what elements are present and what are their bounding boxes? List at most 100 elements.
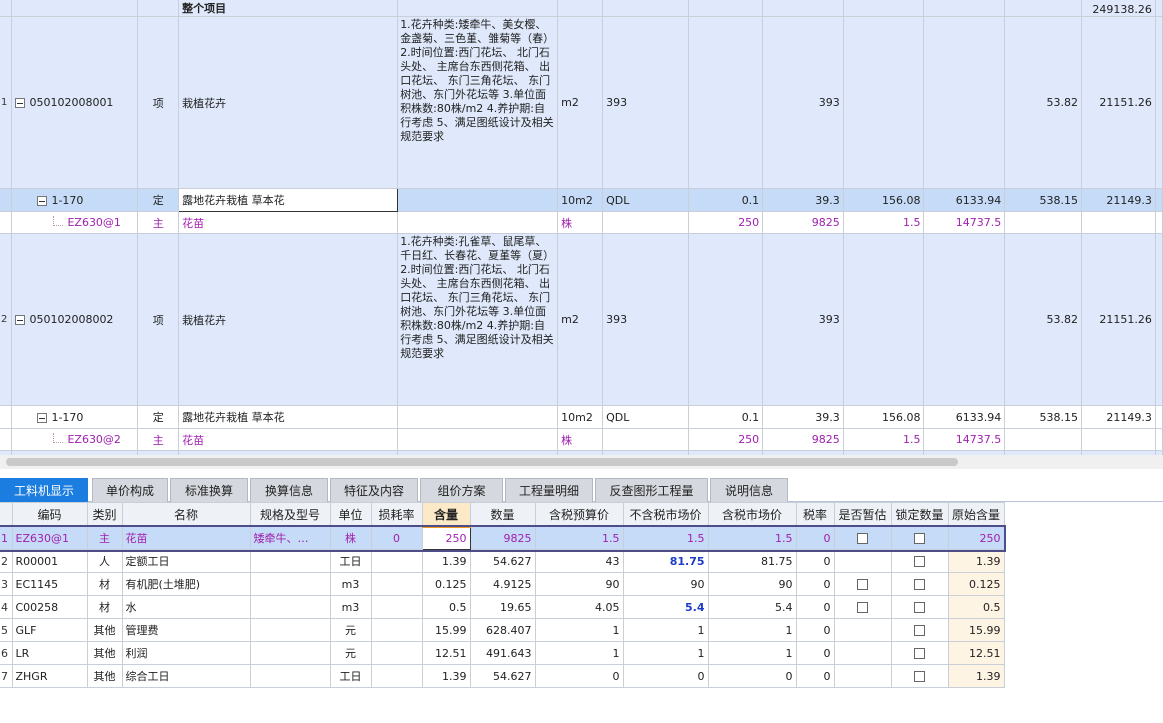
resource-row[interactable]: 7 ZHGR 其他 综合工日 工日 1.39 54.627 0 0 0 0 1.39 bbox=[0, 664, 1005, 688]
name-cell[interactable]: 利润 bbox=[122, 641, 251, 665]
amount-cell[interactable]: 6133.94 bbox=[923, 405, 1006, 429]
type-cell[interactable]: 主 bbox=[137, 211, 180, 234]
expression-cell[interactable] bbox=[602, 211, 689, 234]
code-cell[interactable]: EC1145 bbox=[12, 572, 88, 596]
name-cell[interactable]: 栽植花卉 bbox=[178, 16, 399, 189]
price-cell[interactable]: 1.5 bbox=[843, 428, 925, 451]
type-cell[interactable]: 项 bbox=[137, 233, 180, 406]
resource-row[interactable]: 4 C00258 材水 m3 0.5 19.65 4.05 5.4 5.4 0 0.5 bbox=[0, 595, 1005, 619]
content-cell[interactable]: 1.39 bbox=[422, 664, 471, 688]
horizontal-scrollbar[interactable] bbox=[0, 455, 1163, 469]
spec-cell[interactable] bbox=[250, 572, 331, 596]
name-cell[interactable]: 花苗 bbox=[122, 526, 251, 550]
code-cell[interactable]: 050102008001 bbox=[11, 16, 139, 189]
market-price-ex-tax-cell[interactable]: 90 bbox=[623, 572, 709, 596]
content-cell[interactable]: 15.99 bbox=[422, 618, 471, 642]
unit-cell[interactable]: 工日 bbox=[330, 664, 372, 688]
unit-cell[interactable]: m3 bbox=[330, 595, 372, 619]
budget-price-cell[interactable]: 0 bbox=[535, 664, 624, 688]
code-cell[interactable]: R00001 bbox=[12, 549, 88, 573]
unit-cell[interactable]: 10m2 bbox=[557, 188, 604, 212]
quantity-cell[interactable]: 393 bbox=[762, 233, 844, 406]
amount-cell[interactable] bbox=[923, 233, 1006, 406]
price-cell[interactable]: 1.5 bbox=[843, 211, 925, 234]
material-row[interactable]: EZ630@2 主花苗 株 250 9825 1.5 14737.5 bbox=[0, 428, 1163, 451]
collapse-icon[interactable] bbox=[15, 98, 26, 108]
name-cell[interactable]: 花苗 bbox=[178, 428, 399, 451]
content-cell[interactable]: 0.1 bbox=[688, 405, 764, 429]
content-cell[interactable]: 0.1 bbox=[688, 188, 764, 212]
unit-cell[interactable]: 10m2 bbox=[557, 405, 604, 429]
lock-quantity-checkbox[interactable] bbox=[914, 533, 925, 544]
expression-cell[interactable]: 393 bbox=[602, 16, 689, 189]
tax-rate-cell[interactable]: 0 bbox=[796, 549, 835, 573]
name-cell[interactable]: 定额工日 bbox=[122, 549, 251, 573]
content-cell[interactable]: 250 bbox=[688, 428, 764, 451]
sum-cell[interactable]: 21151.26 bbox=[1081, 233, 1156, 406]
column-header[interactable]: 规格及型号 bbox=[250, 502, 331, 527]
quantity-cell[interactable]: 54.627 bbox=[470, 664, 536, 688]
name-cell[interactable]: 综合工日 bbox=[122, 664, 251, 688]
unit-cell[interactable]: 元 bbox=[330, 641, 372, 665]
estimate-cell[interactable] bbox=[834, 549, 892, 573]
column-header[interactable]: 不含税市场价 bbox=[623, 502, 709, 527]
resource-row[interactable]: 2 R00001 人定额工日 工日 1.39 54.627 43 81.75 81.75 0 1.3… bbox=[0, 549, 1005, 573]
name-cell[interactable]: 水 bbox=[122, 595, 251, 619]
column-header[interactable]: 含税市场价 bbox=[708, 502, 797, 527]
quantity-cell[interactable]: 491.643 bbox=[470, 641, 536, 665]
original-content-cell[interactable]: 15.99 bbox=[948, 618, 1005, 642]
column-header[interactable]: 含量 bbox=[422, 502, 471, 528]
type-cell[interactable]: 主 bbox=[137, 428, 180, 451]
lock-cell[interactable] bbox=[891, 526, 949, 550]
description-cell[interactable] bbox=[397, 211, 559, 234]
estimate-cell[interactable] bbox=[834, 572, 892, 596]
tab-8[interactable]: 说明信息 bbox=[710, 478, 788, 502]
type-cell[interactable]: 项 bbox=[137, 16, 180, 189]
content-cell[interactable]: 1.39 bbox=[422, 549, 471, 573]
budget-price-cell[interactable]: 1.5 bbox=[535, 526, 624, 550]
tax-rate-cell[interactable]: 0 bbox=[796, 664, 835, 688]
estimate-cell[interactable] bbox=[834, 526, 892, 550]
type-cell[interactable]: 人 bbox=[87, 549, 123, 573]
quantity-cell[interactable]: 628.407 bbox=[470, 618, 536, 642]
market-price-in-tax-cell[interactable]: 1.5 bbox=[708, 526, 797, 550]
code-cell[interactable]: C00258 bbox=[12, 595, 88, 619]
tab-7[interactable]: 反查图形工程量 bbox=[595, 478, 708, 502]
budget-price-cell[interactable]: 43 bbox=[535, 549, 624, 573]
budget-price-cell[interactable]: 90 bbox=[535, 572, 624, 596]
original-content-cell[interactable]: 1.39 bbox=[948, 664, 1005, 688]
spec-cell[interactable] bbox=[250, 664, 331, 688]
unit-cell[interactable]: 株 bbox=[330, 526, 372, 550]
table-row[interactable]: 整个项目 249138.26 bbox=[0, 0, 1163, 17]
code-cell[interactable]: EZ630@1 bbox=[11, 211, 139, 234]
type-cell[interactable]: 主 bbox=[87, 526, 123, 550]
code-cell[interactable]: 1-170 bbox=[11, 405, 139, 429]
lock-cell[interactable] bbox=[891, 572, 949, 596]
market-price-ex-tax-cell[interactable]: 1 bbox=[623, 641, 709, 665]
code-cell[interactable]: LR bbox=[12, 641, 88, 665]
loss-rate-cell[interactable] bbox=[371, 664, 423, 688]
description-cell[interactable] bbox=[397, 188, 559, 212]
type-cell[interactable]: 定 bbox=[137, 405, 180, 429]
sum-cell[interactable] bbox=[1081, 428, 1156, 451]
unit-price-cell[interactable]: 538.15 bbox=[1004, 188, 1082, 212]
market-price-in-tax-cell[interactable]: 0 bbox=[708, 664, 797, 688]
column-header[interactable]: 编码 bbox=[12, 502, 88, 527]
original-content-cell[interactable]: 1.39 bbox=[948, 549, 1005, 573]
type-cell[interactable]: 其他 bbox=[87, 664, 123, 688]
code-cell[interactable]: 1-170 bbox=[11, 188, 139, 212]
collapse-icon[interactable] bbox=[37, 195, 48, 206]
tab-2[interactable]: 标准换算 bbox=[170, 478, 248, 502]
market-price-in-tax-cell[interactable]: 81.75 bbox=[708, 549, 797, 573]
column-header[interactable]: 单位 bbox=[330, 502, 372, 527]
content-cell[interactable] bbox=[688, 233, 764, 406]
unit-price-cell[interactable]: 53.82 bbox=[1004, 16, 1082, 189]
original-content-cell[interactable]: 0.125 bbox=[948, 572, 1005, 596]
estimate-cell[interactable] bbox=[834, 595, 892, 619]
tab-3[interactable]: 换算信息 bbox=[250, 478, 328, 502]
content-cell[interactable]: 250 bbox=[688, 211, 764, 234]
code-cell[interactable]: EZ630@2 bbox=[11, 428, 139, 451]
scrollbar-thumb[interactable] bbox=[6, 458, 958, 466]
column-header[interactable]: 数量 bbox=[470, 502, 536, 527]
lock-quantity-checkbox[interactable] bbox=[914, 602, 925, 613]
